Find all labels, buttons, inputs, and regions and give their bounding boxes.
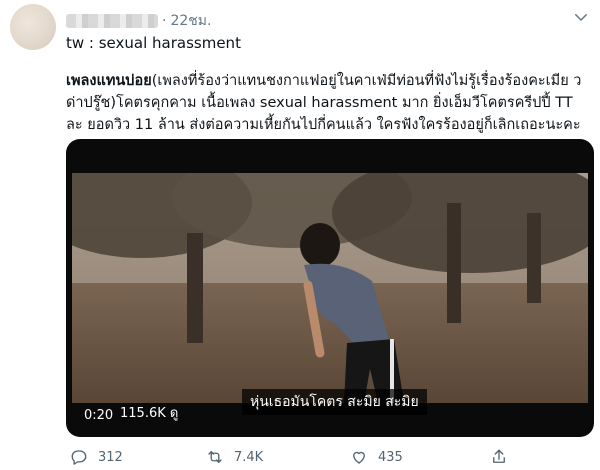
retweet-button[interactable]: 7.4K	[206, 448, 263, 466]
dot-separator: ·	[162, 13, 167, 29]
blurred-username[interactable]	[66, 14, 158, 28]
video-duration: 0:20	[84, 408, 114, 423]
reply-button[interactable]: 312	[70, 448, 123, 466]
reply-icon	[71, 450, 87, 465]
share-button[interactable]	[490, 448, 508, 466]
video-frame[interactable]: หุ่นเธอมันโคตร สะมิย สะมิย	[72, 173, 588, 415]
retweet-icon	[208, 451, 222, 463]
like-button[interactable]: 435	[350, 448, 403, 466]
video-view-count: 115.6K ดู	[120, 406, 179, 421]
tweet-actions: 312 7.4K 435	[66, 446, 590, 468]
tweet-time[interactable]: 22ชม.	[170, 10, 211, 32]
tweet-header-text: tw : sexual harassment	[66, 34, 241, 52]
reply-count: 312	[98, 449, 123, 465]
chevron-down-icon[interactable]	[572, 8, 590, 26]
avatar[interactable]	[10, 4, 56, 50]
tweet-body: เพลงแทนบ่อย(เพลงที่ร้องว่าแทนชงกาแฟอยู่ใ…	[66, 70, 590, 136]
video-player[interactable]: หุ่นเธอมันโคตร สะมิย สะมิย 0:20 115.6K ด…	[66, 139, 594, 437]
like-count: 435	[378, 449, 403, 465]
tweet-meta: · 22ชม.	[66, 10, 211, 32]
share-icon	[493, 449, 505, 463]
tweet-body-bold: เพลงแทนบ่อย	[66, 73, 152, 89]
video-caption: หุ่นเธอมันโคตร สะมิย สะมิย	[242, 389, 427, 415]
heart-icon	[353, 451, 365, 464]
retweet-count: 7.4K	[234, 449, 264, 465]
